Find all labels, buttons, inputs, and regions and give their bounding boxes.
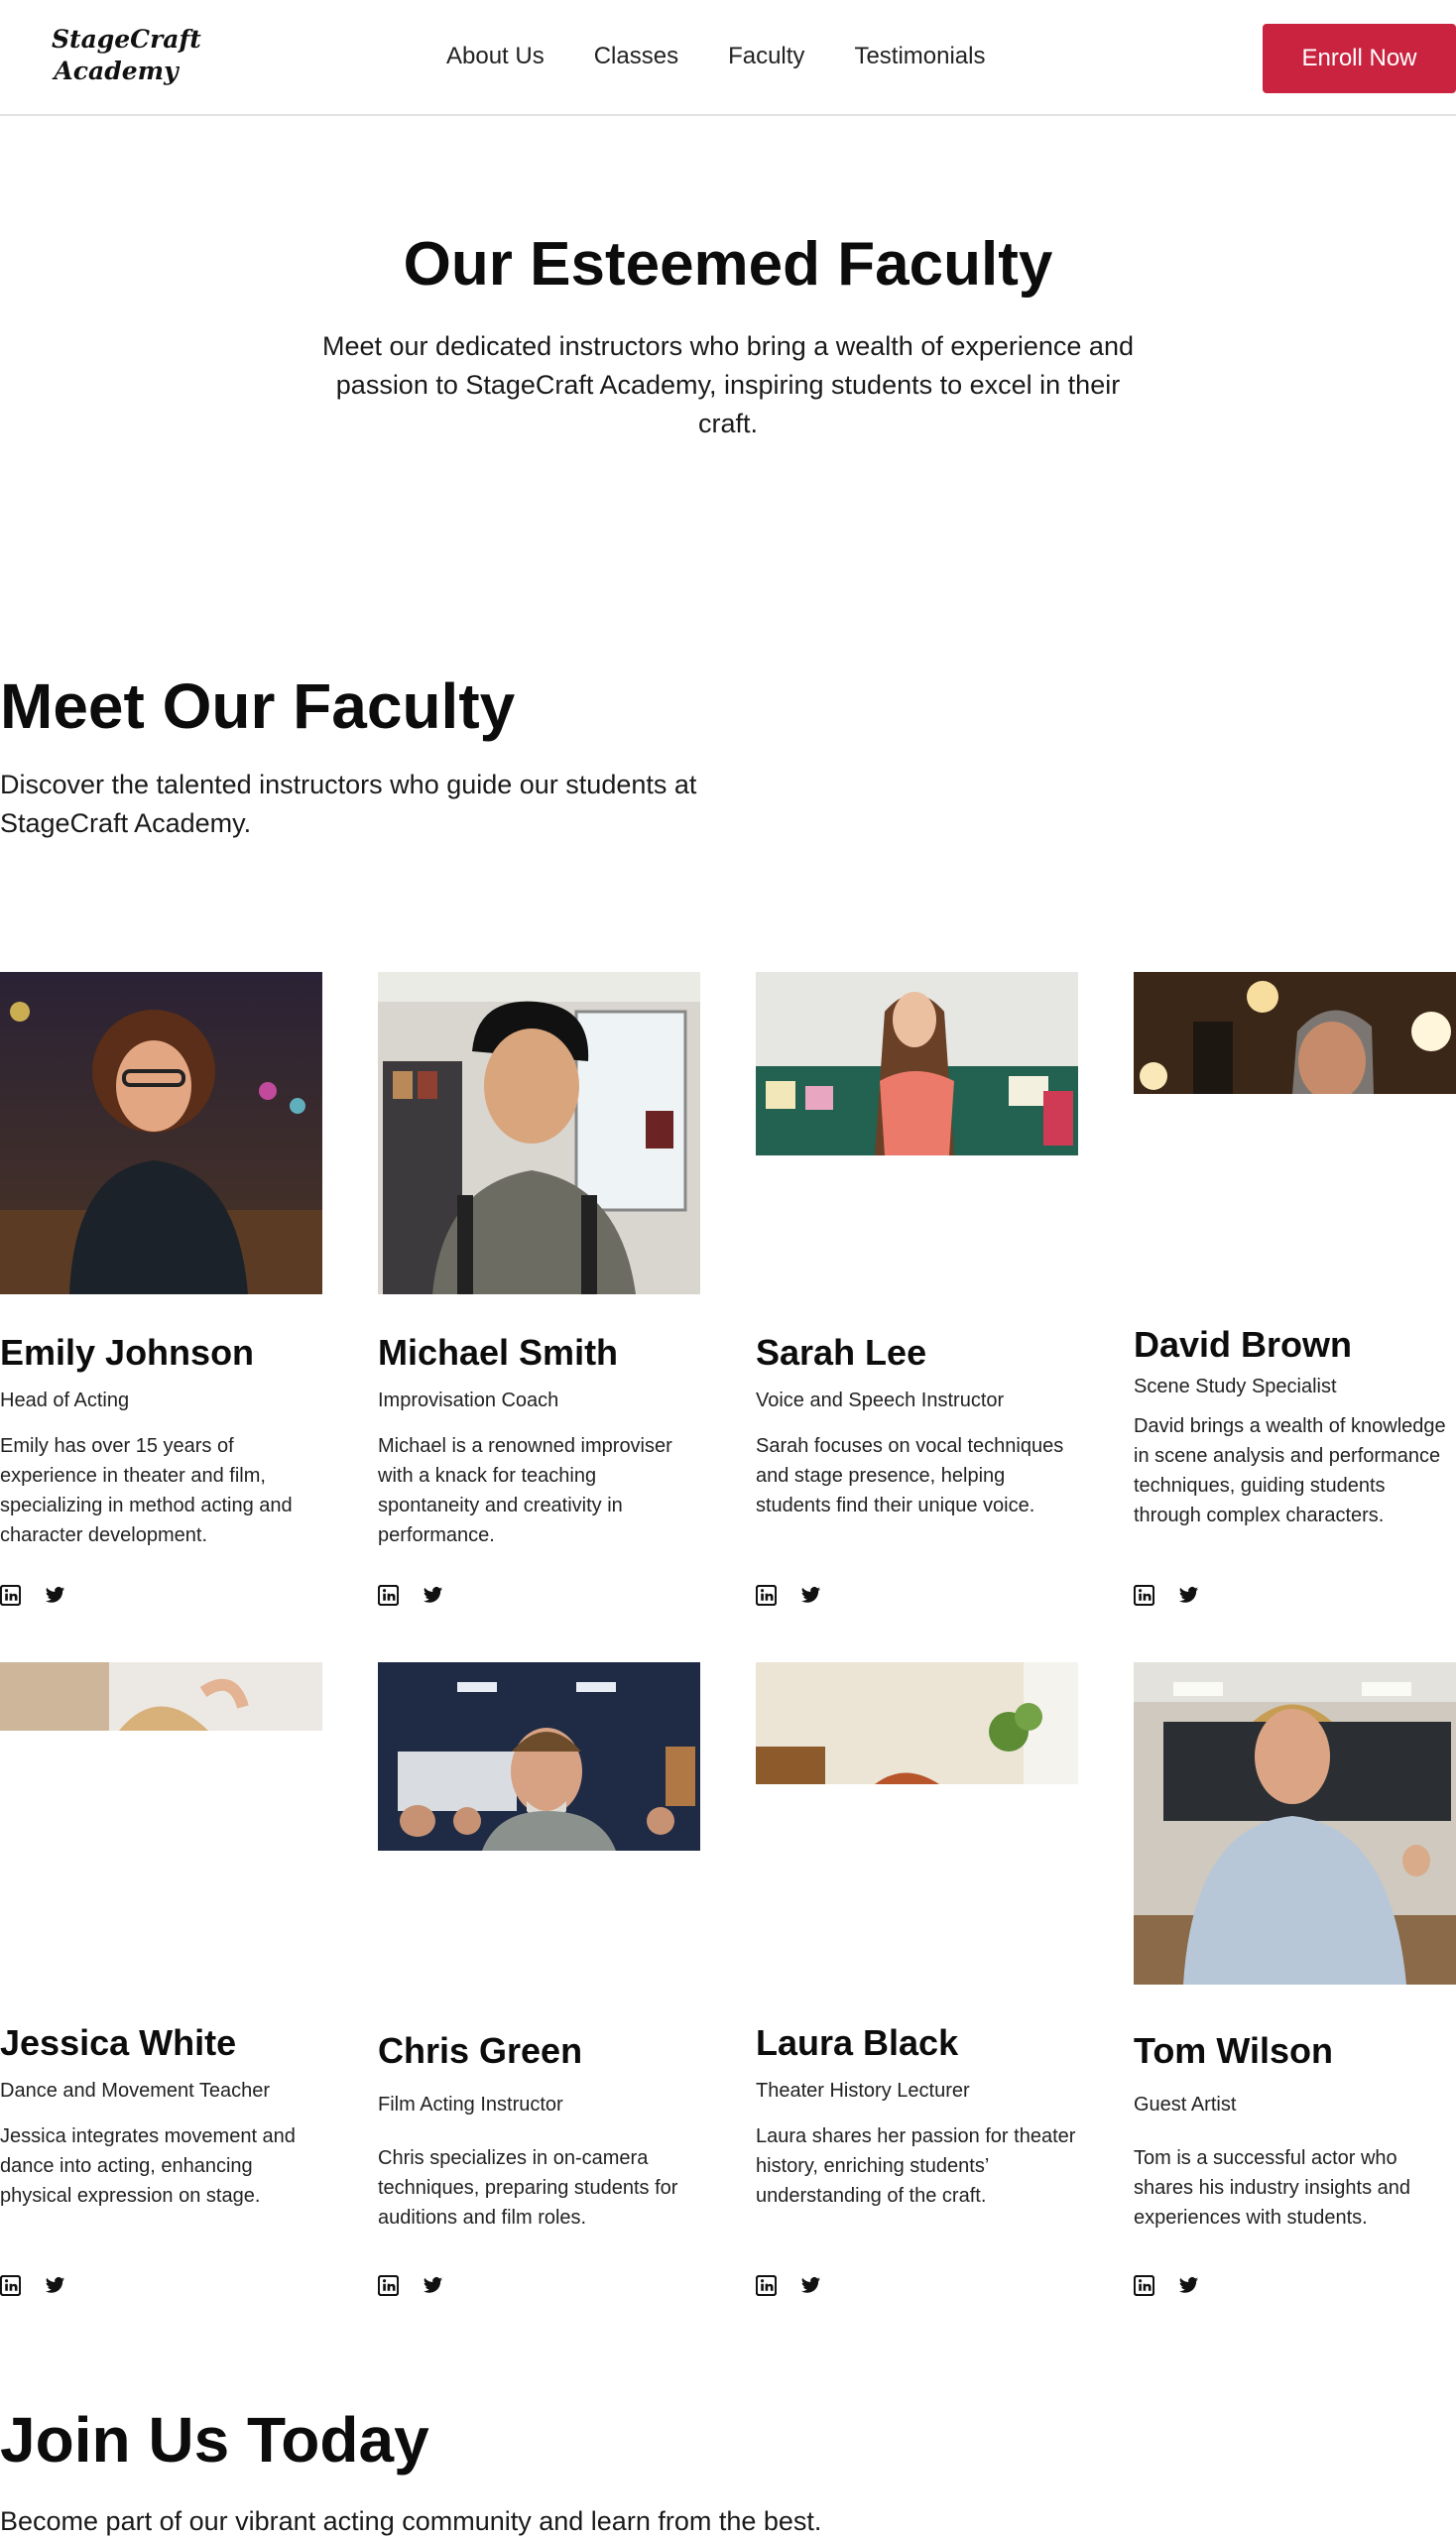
linkedin-icon[interactable]	[1134, 2275, 1154, 2296]
faculty-card-chris-green: Chris Green Film Acting Instructor Chris…	[378, 1662, 700, 2307]
faculty-card-michael-smith: Michael Smith Improvisation Coach Michae…	[378, 972, 700, 1617]
faculty-card-laura-black: Laura Black Theater History Lecturer Lau…	[756, 1662, 1078, 2307]
faculty-socials	[378, 2275, 443, 2296]
twitter-icon[interactable]	[800, 1585, 821, 1606]
faculty-photo	[1134, 972, 1456, 1094]
logo[interactable]: StageCraft Academy	[52, 24, 201, 87]
faculty-photo	[756, 972, 1078, 1155]
faculty-photo	[0, 972, 322, 1294]
faculty-name: Sarah Lee	[756, 1332, 927, 1373]
linkedin-icon[interactable]	[0, 1585, 21, 1606]
faculty-role: Improvisation Coach	[378, 1390, 559, 1411]
twitter-icon[interactable]	[1178, 1585, 1199, 1606]
linkedin-icon[interactable]	[378, 2275, 399, 2296]
faculty-bio: Chris specializes in on-camera technique…	[378, 2147, 678, 2229]
faculty-role: Theater History Lecturer	[756, 2080, 970, 2102]
faculty-socials	[378, 1585, 443, 1606]
linkedin-icon[interactable]	[1134, 1585, 1154, 1606]
faculty-socials	[1134, 1585, 1199, 1606]
faculty-card-tom-wilson: Tom Wilson Guest Artist Tom is a success…	[1134, 1662, 1456, 2307]
join-us-subtitle: Become part of our vibrant acting commun…	[0, 2506, 822, 2536]
twitter-icon[interactable]	[423, 1585, 443, 1606]
faculty-card-jessica-white: Jessica White Dance and Movement Teacher…	[0, 1662, 322, 2307]
faculty-socials	[756, 1585, 821, 1606]
nav-link-classes[interactable]: Classes	[594, 40, 678, 73]
linkedin-icon[interactable]	[756, 2275, 777, 2296]
faculty-photo	[1134, 1662, 1456, 1985]
faculty-photo	[378, 972, 700, 1294]
logo-line-1: StageCraft	[52, 25, 201, 54]
nav-link-faculty[interactable]: Faculty	[728, 40, 804, 73]
twitter-icon[interactable]	[1178, 2275, 1199, 2296]
faculty-role: Voice and Speech Instructor	[756, 1390, 1005, 1411]
faculty-bio: Michael is a renowned improviser with a …	[378, 1435, 672, 1546]
faculty-photo	[756, 1662, 1078, 1784]
faculty-role: Dance and Movement Teacher	[0, 2080, 271, 2102]
faculty-photo	[0, 1662, 322, 1731]
nav-link-testimonials[interactable]: Testimonials	[854, 40, 985, 73]
hero-title: Our Esteemed Faculty	[403, 230, 1053, 299]
meet-faculty-title: Meet Our Faculty	[0, 670, 516, 742]
faculty-socials	[756, 2275, 821, 2296]
linkedin-icon[interactable]	[0, 2275, 21, 2296]
hero-subtitle: Meet our dedicated instructors who bring…	[322, 331, 1134, 438]
faculty-role: Scene Study Specialist	[1134, 1376, 1337, 1397]
faculty-name: Chris Green	[378, 2030, 583, 2071]
twitter-icon[interactable]	[45, 2275, 65, 2296]
nav-links: About Us Classes Faculty Testimonials	[446, 40, 1034, 73]
faculty-bio: David brings a wealth of knowledge in sc…	[1134, 1415, 1446, 1526]
faculty-bio: Jessica integrates movement and dance in…	[0, 2125, 296, 2207]
faculty-name: Tom Wilson	[1134, 2030, 1333, 2071]
faculty-card-david-brown: David Brown Scene Study Specialist David…	[1134, 972, 1456, 1617]
twitter-icon[interactable]	[800, 2275, 821, 2296]
faculty-name: Emily Johnson	[0, 1332, 255, 1373]
linkedin-icon[interactable]	[378, 1585, 399, 1606]
faculty-name: Michael Smith	[378, 1332, 619, 1373]
faculty-socials	[0, 2275, 65, 2296]
faculty-bio: Laura shares her passion for theater his…	[756, 2125, 1076, 2207]
faculty-card-emily-johnson: Emily Johnson Head of Acting Emily has o…	[0, 972, 322, 1617]
faculty-bio: Sarah focuses on vocal techniques and st…	[756, 1435, 1064, 1516]
faculty-socials	[0, 1585, 65, 1606]
nav-link-about-us[interactable]: About Us	[446, 40, 545, 73]
faculty-name: Jessica White	[0, 2022, 237, 2063]
twitter-icon[interactable]	[423, 2275, 443, 2296]
faculty-name: David Brown	[1134, 1324, 1353, 1365]
faculty-name: Laura Black	[756, 2022, 959, 2063]
faculty-bio: Tom is a successful actor who shares his…	[1134, 2147, 1411, 2229]
faculty-role: Guest Artist	[1134, 2094, 1237, 2116]
faculty-bio: Emily has over 15 years of experience in…	[0, 1435, 293, 1546]
faculty-photo	[378, 1662, 700, 1851]
twitter-icon[interactable]	[45, 1585, 65, 1606]
enroll-now-button[interactable]: Enroll Now	[1263, 24, 1456, 93]
faculty-socials	[1134, 2275, 1199, 2296]
faculty-role: Head of Acting	[0, 1390, 130, 1411]
linkedin-icon[interactable]	[756, 1585, 777, 1606]
join-us-title: Join Us Today	[0, 2404, 429, 2476]
logo-line-2: Academy	[54, 57, 179, 85]
navbar: StageCraft Academy About Us Classes Facu…	[0, 0, 1456, 116]
faculty-role: Film Acting Instructor	[378, 2094, 563, 2116]
meet-faculty-subtitle: Discover the talented instructors who gu…	[0, 770, 697, 838]
faculty-card-sarah-lee: Sarah Lee Voice and Speech Instructor Sa…	[756, 972, 1078, 1617]
